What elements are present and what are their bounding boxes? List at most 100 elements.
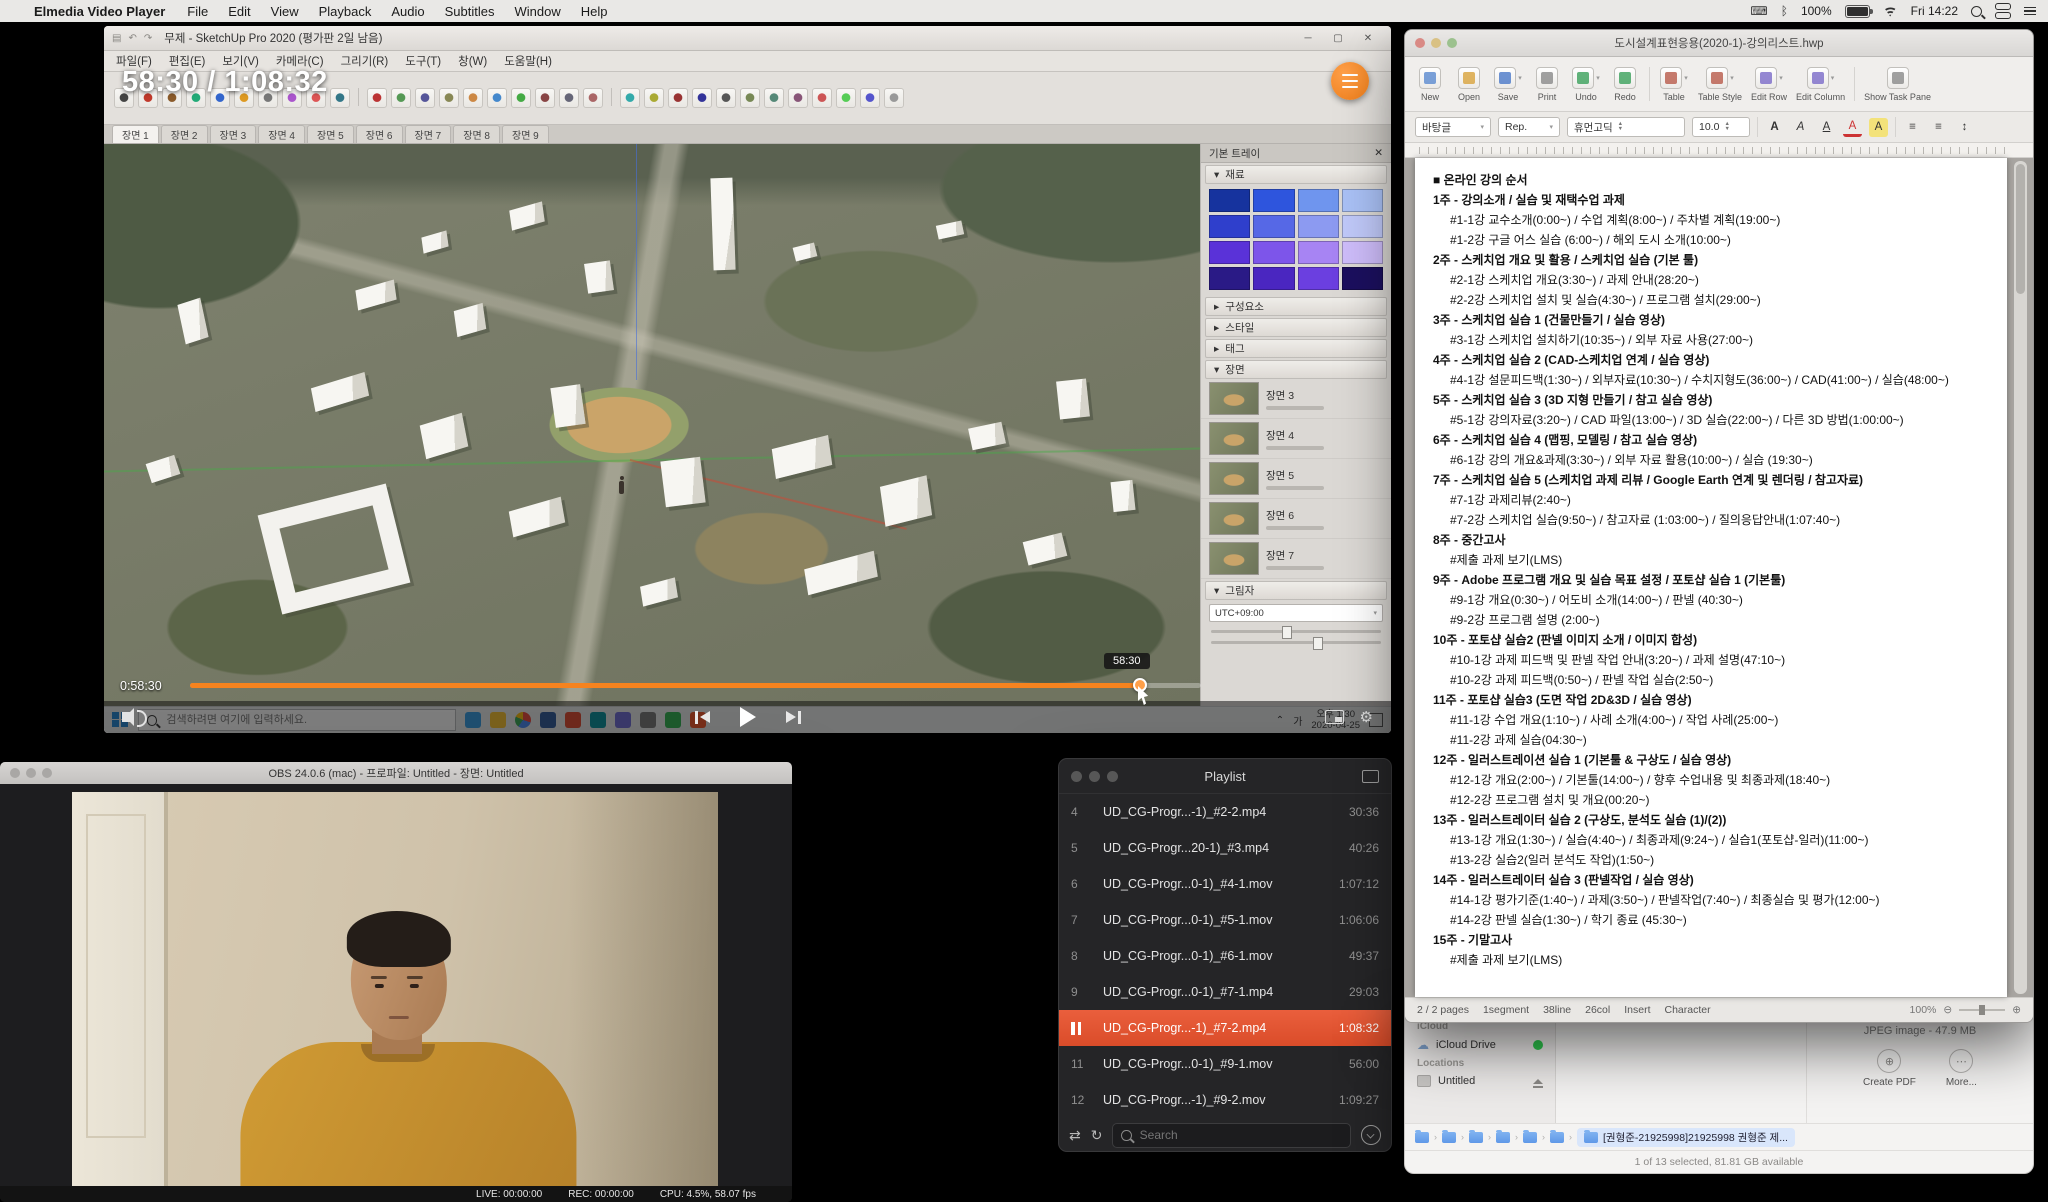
eject-icon[interactable] (1533, 1079, 1543, 1084)
color-swatch[interactable] (1253, 241, 1294, 264)
new-button[interactable]: New (1415, 67, 1445, 102)
tool-icon[interactable] (330, 88, 350, 108)
scene-list-item[interactable]: 장면 7 (1201, 539, 1391, 579)
tool-icon[interactable] (788, 88, 808, 108)
tool-icon[interactable] (620, 88, 640, 108)
playlist-row[interactable]: 11UD_CG-Progr...0-1)_#9-1.mov56:00 (1059, 1046, 1391, 1082)
spotlight-icon[interactable] (1971, 6, 1982, 17)
scene-tab-1[interactable]: 장면 1 (112, 125, 159, 143)
status-character[interactable]: Character (1665, 1004, 1711, 1016)
font-color-button[interactable]: A (1843, 118, 1862, 137)
minimize-button[interactable] (1431, 38, 1441, 48)
color-swatch[interactable] (1298, 241, 1339, 264)
line-spacing-button[interactable]: ↕ (1955, 118, 1974, 137)
color-swatch[interactable] (1342, 189, 1383, 212)
highlight-button[interactable]: A (1869, 118, 1888, 137)
table-button[interactable]: ▾Table (1659, 67, 1689, 102)
sk-menu-tools[interactable]: 도구(T) (405, 53, 441, 69)
repeat-icon[interactable]: ↻ (1091, 1127, 1103, 1144)
close-button[interactable] (1071, 771, 1082, 782)
pip-icon[interactable] (1325, 710, 1344, 724)
color-swatch[interactable] (1209, 189, 1250, 212)
playlist-row[interactable]: 8UD_CG-Progr...0-1)_#6-1.mov49:37 (1059, 938, 1391, 974)
tray-section-tags[interactable]: ▸태그 (1205, 339, 1387, 358)
edit-column-button[interactable]: ▾Edit Column (1796, 67, 1845, 102)
notification-center-icon[interactable] (2024, 7, 2036, 16)
sk-menu-draw[interactable]: 그리기(R) (341, 53, 389, 69)
menu-edit[interactable]: Edit (228, 4, 250, 19)
maximize-button[interactable]: ▢ (1323, 28, 1353, 48)
color-swatch[interactable] (1342, 241, 1383, 264)
playlist-row[interactable]: 5UD_CG-Progr...20-1)_#3.mp440:26 (1059, 830, 1391, 866)
menu-window[interactable]: Window (514, 4, 560, 19)
zoom-button[interactable] (1447, 38, 1457, 48)
font-stepper[interactable]: ▲▼ (1618, 122, 1623, 133)
minimize-button[interactable]: ─ (1293, 28, 1323, 48)
color-swatch[interactable] (1253, 267, 1294, 290)
sk-menu-window[interactable]: 창(W) (458, 53, 487, 69)
folder-icon[interactable] (1469, 1132, 1483, 1143)
detach-window-icon[interactable] (1362, 770, 1379, 783)
tool-icon[interactable] (860, 88, 880, 108)
sidebar-item-untitled[interactable]: Untitled (1405, 1072, 1555, 1090)
bluetooth-icon[interactable]: ᛒ (1781, 4, 1788, 18)
open-button[interactable]: Open (1454, 67, 1484, 102)
minimize-button[interactable] (1089, 771, 1100, 782)
scene-list-item[interactable]: 장면 5 (1201, 459, 1391, 499)
close-button[interactable] (1415, 38, 1425, 48)
player-menu-button[interactable] (1331, 62, 1369, 100)
shadow-date-slider[interactable] (1201, 637, 1391, 648)
folder-icon[interactable] (1496, 1132, 1510, 1143)
create-pdf-button[interactable]: ⊕Create PDF (1863, 1049, 1916, 1088)
playlist-row[interactable]: 4UD_CG-Progr...-1)_#2-2.mp430:36 (1059, 794, 1391, 830)
italic-button[interactable]: A (1791, 118, 1810, 137)
tool-icon[interactable] (644, 88, 664, 108)
paragraph-style-dropdown[interactable]: 바탕글▾ (1415, 117, 1491, 137)
zoom-button[interactable] (1107, 771, 1118, 782)
color-swatch[interactable] (1342, 267, 1383, 290)
tool-icon[interactable] (692, 88, 712, 108)
tray-section-shadows[interactable]: ▾그림자 (1205, 581, 1387, 600)
menu-view[interactable]: View (271, 4, 299, 19)
status-insert-mode[interactable]: Insert (1624, 1004, 1650, 1016)
tool-icon[interactable] (391, 88, 411, 108)
show-task-pane-button[interactable]: Show Task Pane (1864, 67, 1931, 102)
tool-icon[interactable] (439, 88, 459, 108)
playlist-row[interactable]: 12UD_CG-Progr...-1)_#9-2.mov1:09:27 (1059, 1082, 1391, 1118)
playlist-row-playing[interactable]: UD_CG-Progr...-1)_#7-2.mp41:08:32 (1059, 1010, 1391, 1046)
path-item-selected[interactable]: [권형준-21925998]21925998 권형준 제... (1577, 1128, 1795, 1147)
tray-section-scenes[interactable]: ▾장면 (1205, 360, 1387, 379)
scene-tab-5[interactable]: 장면 5 (307, 125, 354, 143)
table-style-button[interactable]: ▾Table Style (1698, 67, 1742, 102)
playlist-search-box[interactable] (1112, 1123, 1351, 1148)
color-swatch[interactable] (1253, 189, 1294, 212)
tool-icon[interactable] (884, 88, 904, 108)
bold-button[interactable]: A (1765, 118, 1784, 137)
tool-icon[interactable] (535, 88, 555, 108)
zoom-out-icon[interactable]: ⊖ (1943, 1004, 1952, 1016)
finder-file-area[interactable] (1556, 1013, 1806, 1123)
color-swatch[interactable] (1342, 215, 1383, 238)
tray-section-styles[interactable]: ▸스타일 (1205, 318, 1387, 337)
close-button[interactable] (10, 768, 20, 778)
redo-icon[interactable]: ↷ (144, 33, 152, 44)
previous-button[interactable] (695, 711, 710, 724)
scene-tab-2[interactable]: 장면 2 (161, 125, 208, 143)
undo-icon[interactable]: ↶ (128, 33, 136, 44)
font-dropdown[interactable]: 휴먼고딕▲▼ (1567, 117, 1685, 137)
playlist-search-input[interactable] (1138, 1127, 1342, 1143)
shadow-time-slider[interactable] (1201, 626, 1391, 637)
scene-tab-7[interactable]: 장면 7 (405, 125, 452, 143)
playlist-row[interactable]: 6UD_CG-Progr...0-1)_#4-1.mov1:07:12 (1059, 866, 1391, 902)
next-button[interactable] (786, 711, 801, 724)
playlist-options-icon[interactable] (1361, 1125, 1381, 1145)
scene-list-item[interactable]: 장면 4 (1201, 419, 1391, 459)
undo-button[interactable]: ▾Undo (1571, 67, 1601, 102)
tool-icon[interactable] (559, 88, 579, 108)
menu-audio[interactable]: Audio (391, 4, 424, 19)
tray-close-icon[interactable]: ✕ (1374, 147, 1383, 159)
utc-dropdown[interactable]: UTC+09:00▾ (1209, 604, 1383, 622)
scene-list-item[interactable]: 장면 6 (1201, 499, 1391, 539)
save-button[interactable]: ▾Save (1493, 67, 1523, 102)
folder-icon[interactable] (1442, 1132, 1456, 1143)
